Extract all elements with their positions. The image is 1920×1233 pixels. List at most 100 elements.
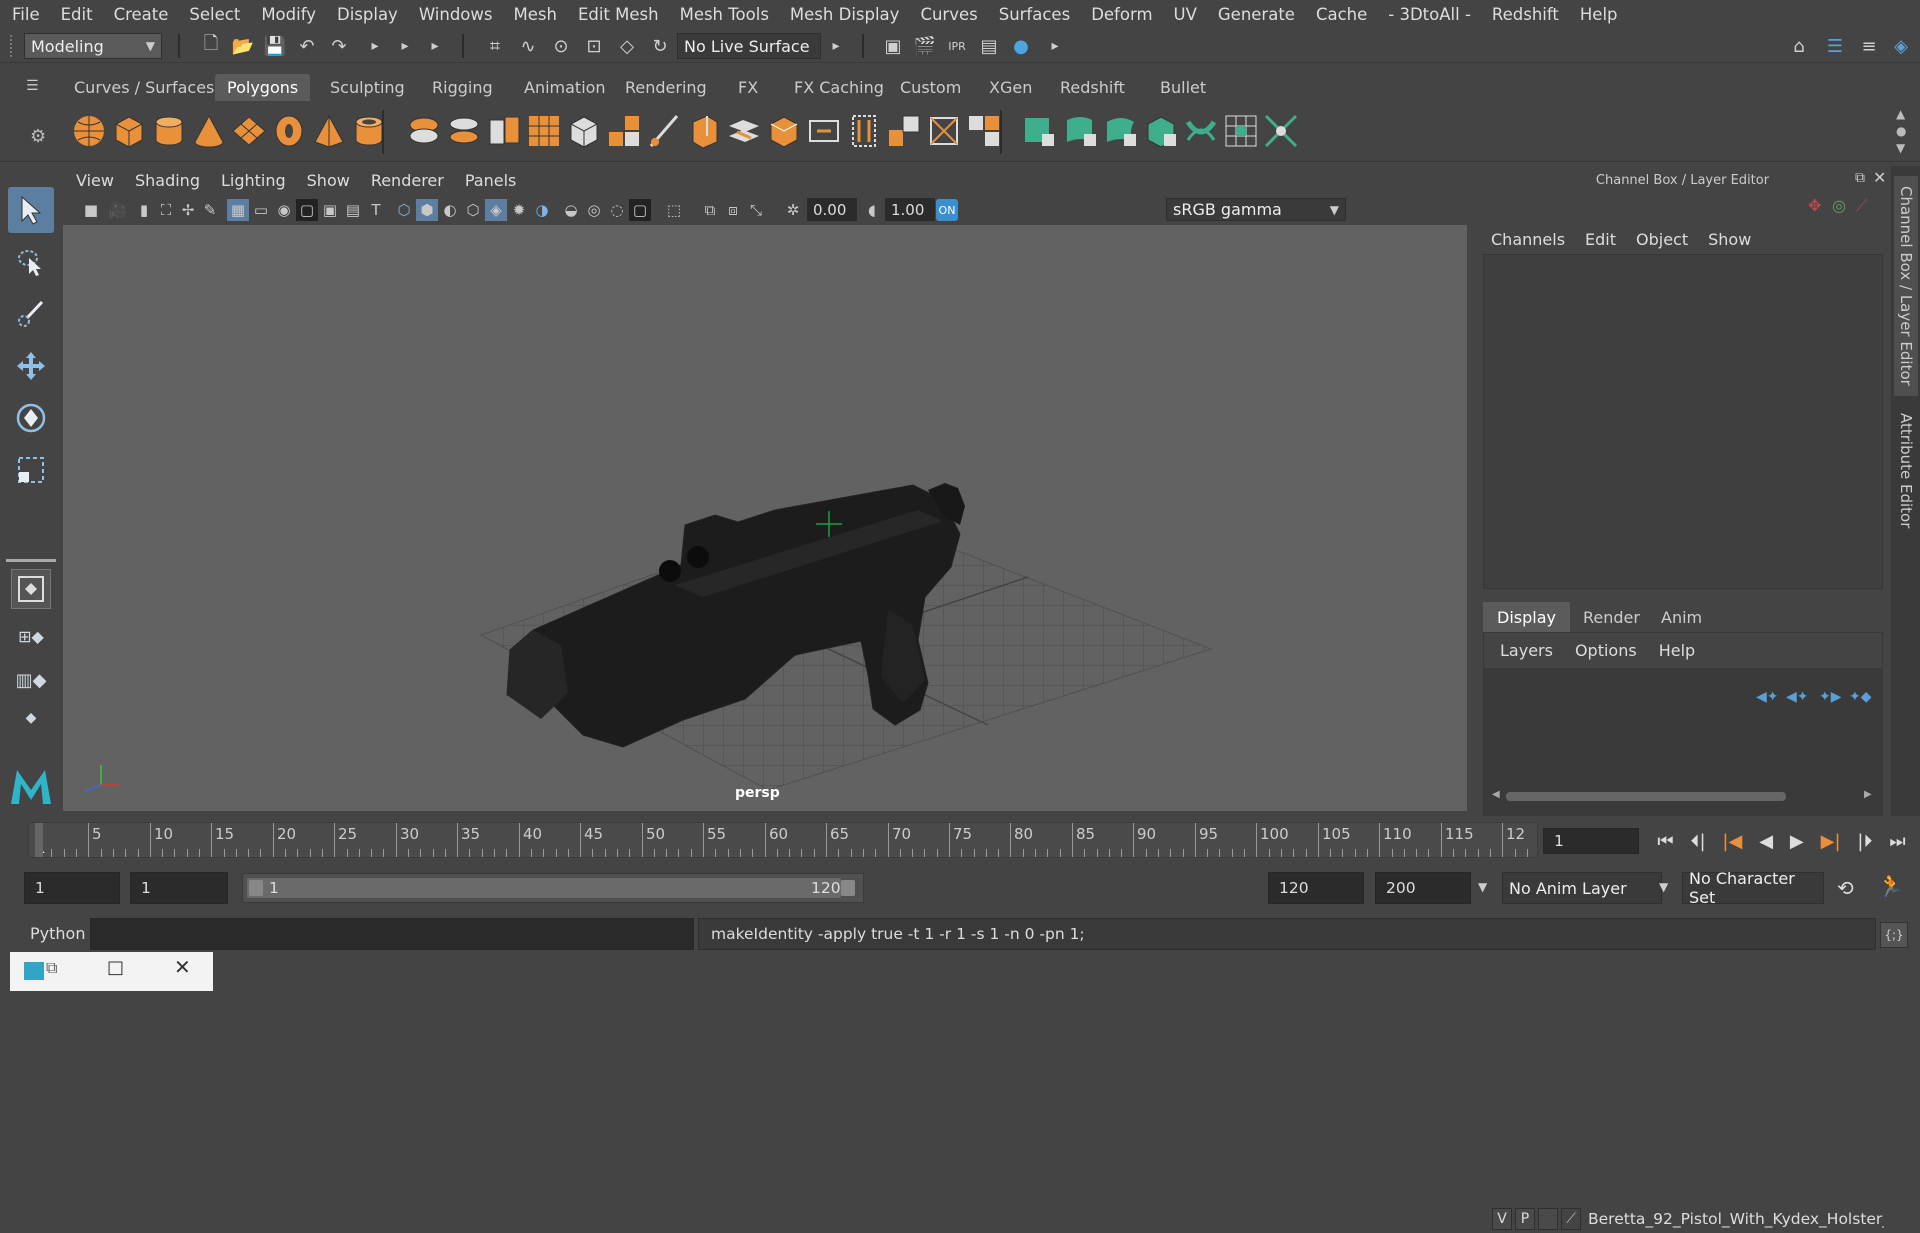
shelf-scroll-down-icon[interactable]: ▼ <box>1896 140 1906 157</box>
mode-selector[interactable]: Modeling ▼ <box>24 33 162 59</box>
new-layer-selected-icon[interactable]: ✦◆ <box>1849 689 1872 705</box>
snap-view-icon[interactable]: ⊡ <box>581 33 607 59</box>
knife-icon[interactable] <box>645 112 683 150</box>
new-scene-icon[interactable]: 🗋 <box>198 33 224 59</box>
extract-icon[interactable] <box>485 112 523 150</box>
poly-cube-icon[interactable] <box>110 112 148 150</box>
field-chart-icon[interactable]: ▣ <box>319 199 341 221</box>
merge-icon[interactable] <box>885 112 923 150</box>
range-slider[interactable]: 1 120 <box>242 873 864 903</box>
auto-key-icon[interactable]: ⟲ <box>1837 876 1854 900</box>
channel-menu-channels[interactable]: Channels <box>1491 230 1565 249</box>
layer-tab-display[interactable]: Display <box>1483 602 1570 632</box>
range-slider-grip-left[interactable] <box>249 880 263 896</box>
camera-attributes-icon[interactable]: 🎥 <box>107 199 129 221</box>
bevel-icon[interactable] <box>765 112 803 150</box>
grid-toggle-icon[interactable]: ▦ <box>227 199 249 221</box>
menu-create[interactable]: Create <box>114 5 169 24</box>
collapse-arrow-icon[interactable]: ▸ <box>392 33 418 59</box>
shelf-scroll-icon[interactable]: ● <box>1896 123 1906 140</box>
hypershade-icon[interactable]: ● <box>1008 33 1034 59</box>
channel-box-icon[interactable]: ◈ <box>1888 33 1914 59</box>
panel-menu-renderer[interactable]: Renderer <box>371 171 444 190</box>
paint-select-tool-icon[interactable] <box>8 291 54 337</box>
panel-menu-panels[interactable]: Panels <box>465 171 517 190</box>
chevron-down-icon[interactable]: ▼ <box>1659 880 1668 894</box>
resolution-gate-icon[interactable]: ◉ <box>273 199 295 221</box>
snap-rotate-icon[interactable]: ↻ <box>647 33 673 59</box>
attribute-editor-icon[interactable]: ☰ <box>1822 33 1848 59</box>
menu-surfaces[interactable]: Surfaces <box>999 5 1070 24</box>
animation-end-field[interactable]: 200 <box>1375 872 1471 904</box>
panel-menu-view[interactable]: View <box>76 171 114 190</box>
minimized-window[interactable]: ⧉ □ ✕ <box>10 952 213 991</box>
animation-start-field[interactable]: 1 <box>24 872 120 904</box>
script-editor-icon[interactable]: {;} <box>1880 922 1908 948</box>
layer-menu-options[interactable]: Options <box>1575 641 1637 660</box>
layer-list[interactable]: ◀✦ ◀✦ ✦▶ ✦◆ V P ⟋ Beretta_92_Pistol_With… <box>1483 668 1884 1230</box>
resize-icon[interactable]: ⤡ <box>745 199 767 221</box>
render-view-icon[interactable]: ▣ <box>880 33 906 59</box>
panel-menu-lighting[interactable]: Lighting <box>221 171 286 190</box>
menu-uv[interactable]: UV <box>1174 5 1197 24</box>
menu-mesh-display[interactable]: Mesh Display <box>790 5 900 24</box>
menu-modify[interactable]: Modify <box>261 5 316 24</box>
close-window-icon[interactable]: ✕ <box>174 955 191 979</box>
go-to-start-icon[interactable]: ⏮ <box>1657 831 1673 852</box>
menu-curves[interactable]: Curves <box>920 5 977 24</box>
viewport-perspective[interactable] <box>63 225 1467 811</box>
frame-selected-icon[interactable]: ⧈ <box>722 199 744 221</box>
gear-icon[interactable]: ⚙ <box>30 126 46 147</box>
multi-cut-icon[interactable] <box>605 112 643 150</box>
menu-edit[interactable]: Edit <box>61 5 93 24</box>
layer-color-swatch[interactable]: ⟋ <box>1561 1208 1581 1230</box>
smooth-shade-icon[interactable]: ⬢ <box>416 199 438 221</box>
gamma-icon[interactable]: ◖ <box>861 199 883 221</box>
step-back-key-icon[interactable]: |◀ <box>1722 831 1742 852</box>
snap-curve-icon[interactable]: ∿ <box>515 33 541 59</box>
panel-menu-shading[interactable]: Shading <box>135 171 200 190</box>
snap-grid-icon[interactable]: ⌗ <box>482 33 508 59</box>
character-set-dropdown[interactable]: No Character Set <box>1682 869 1824 907</box>
scale-tool-icon[interactable] <box>8 447 54 493</box>
move-tool-icon[interactable] <box>8 343 54 389</box>
collapse-layout-icon[interactable]: ◆ <box>8 708 54 728</box>
collapse-icon[interactable] <box>925 112 963 150</box>
menu-3dtoall[interactable]: - 3DtoAll - <box>1388 5 1471 24</box>
shelf-tab-rigging[interactable]: Rigging <box>420 74 505 101</box>
playback-start-field[interactable]: 1 <box>130 872 228 904</box>
range-slider-handle[interactable] <box>247 878 841 898</box>
shelf-tab-fx-caching[interactable]: FX Caching <box>782 74 896 101</box>
poly-plane-icon[interactable] <box>230 112 268 150</box>
wireframe-icon[interactable]: ⬡ <box>393 199 415 221</box>
layer-tab-render[interactable]: Render <box>1569 602 1654 632</box>
float-window-icon[interactable]: ⧉ <box>1855 170 1865 186</box>
speed-icon[interactable]: ◎ <box>1832 196 1846 215</box>
step-forward-key-icon[interactable]: ▶| <box>1821 831 1841 852</box>
append-icon[interactable] <box>805 112 843 150</box>
color-space-dropdown[interactable]: sRGB gamma ▼ <box>1166 198 1346 221</box>
ambient-occlusion-icon[interactable]: ◑ <box>531 199 553 221</box>
anim-layer-dropdown[interactable]: No Anim Layer <box>1502 872 1662 904</box>
shelf-tab-sculpting[interactable]: Sculpting <box>318 74 417 101</box>
layer-visibility-toggle[interactable]: V <box>1492 1208 1512 1230</box>
exposure-field[interactable]: 0.00 <box>807 198 857 221</box>
shelf-tab-redshift[interactable]: Redshift <box>1048 74 1137 101</box>
ipr-render-icon[interactable]: IPR <box>944 33 970 59</box>
modeling-toolkit-icon[interactable]: ⌂ <box>1786 33 1812 59</box>
tab-channel-box-layer-editor[interactable]: Channel Box / Layer Editor <box>1894 176 1918 396</box>
layer-tab-anim[interactable]: Anim <box>1647 602 1716 632</box>
shelf-tab-animation[interactable]: Animation <box>512 74 618 101</box>
redo-icon[interactable]: ↷ <box>326 33 352 59</box>
scroll-left-icon[interactable]: ◀ <box>1492 789 1500 800</box>
channel-menu-show[interactable]: Show <box>1708 230 1751 249</box>
smooth-icon[interactable] <box>525 112 563 150</box>
render-frame-icon[interactable]: 🎬 <box>912 33 938 59</box>
channel-list[interactable] <box>1483 254 1883 589</box>
rotate-tool-icon[interactable] <box>8 395 54 441</box>
range-slider-grip-right[interactable] <box>841 880 855 896</box>
exposure-icon[interactable]: ✲ <box>782 199 804 221</box>
use-all-lights-icon[interactable]: ◈ <box>485 199 507 221</box>
shelf-scroll-up-icon[interactable]: ▲ <box>1896 106 1906 123</box>
menu-display[interactable]: Display <box>337 5 398 24</box>
